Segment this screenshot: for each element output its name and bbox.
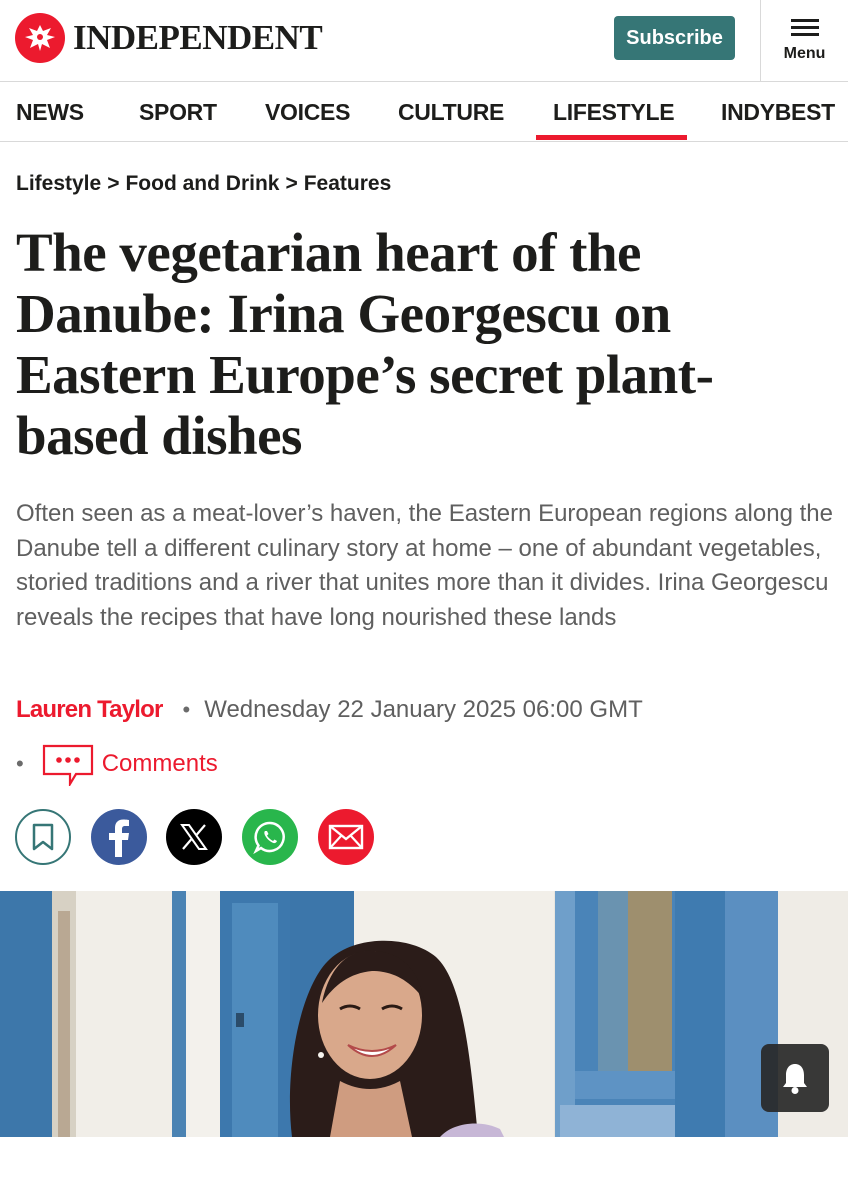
- email-share-button[interactable]: [318, 809, 374, 865]
- email-icon: [328, 824, 364, 850]
- whatsapp-share-button[interactable]: [242, 809, 298, 865]
- hero-image: [0, 891, 848, 1137]
- publish-date: Wednesday 22 January 2025 06:00 GMT: [204, 696, 643, 723]
- site-logo[interactable]: INDEPENDENT: [15, 13, 323, 63]
- comment-bubble-icon[interactable]: [42, 744, 94, 788]
- nav-item-news[interactable]: NEWS: [16, 82, 84, 142]
- breadcrumb-food-and-drink[interactable]: Food and Drink: [125, 172, 279, 196]
- notifications-button[interactable]: [761, 1044, 829, 1112]
- bell-icon: [783, 1064, 807, 1094]
- bullet-separator: •: [182, 697, 191, 722]
- breadcrumb-separator: >: [285, 172, 298, 195]
- section-nav: NEWS SPORT VOICES CULTURE LIFESTYLE INDY…: [0, 82, 848, 142]
- nav-item-voices[interactable]: VOICES: [265, 82, 350, 142]
- article-headline: The vegetarian heart of the Danube: Irin…: [16, 222, 714, 466]
- x-icon: [180, 824, 208, 850]
- site-header: INDEPENDENT Subscribe Menu: [0, 0, 848, 82]
- comments-link[interactable]: Comments: [102, 750, 218, 778]
- breadcrumb-features[interactable]: Features: [304, 172, 392, 196]
- hamburger-icon: [790, 19, 819, 37]
- nav-item-indybest[interactable]: INDYBEST: [721, 82, 835, 142]
- facebook-share-button[interactable]: [91, 809, 147, 865]
- eagle-logo-icon: [15, 13, 65, 63]
- logo-text: INDEPENDENT: [73, 18, 323, 57]
- byline: Lauren Taylor • Wednesday 22 January 202…: [16, 696, 643, 724]
- comments-row: • Comments: [16, 744, 218, 788]
- nav-item-lifestyle[interactable]: LIFESTYLE: [536, 82, 687, 142]
- article-standfirst: Often seen as a meat-lover’s haven, the …: [16, 500, 833, 631]
- breadcrumb-separator: >: [107, 172, 120, 195]
- breadcrumb: Lifestyle > Food and Drink > Features: [16, 172, 391, 196]
- x-share-button[interactable]: [166, 809, 222, 865]
- subscribe-button[interactable]: Subscribe: [614, 16, 735, 60]
- nav-item-culture[interactable]: CULTURE: [398, 82, 504, 142]
- author-link[interactable]: Lauren Taylor: [16, 696, 163, 724]
- whatsapp-icon: [253, 821, 285, 855]
- menu-label: Menu: [783, 45, 826, 62]
- facebook-icon: [109, 819, 129, 857]
- nav-item-sport[interactable]: SPORT: [139, 82, 217, 142]
- bullet-separator: •: [16, 751, 24, 776]
- menu-button[interactable]: Menu: [760, 0, 848, 82]
- breadcrumb-lifestyle[interactable]: Lifestyle: [16, 172, 101, 196]
- bookmark-button[interactable]: [15, 809, 71, 865]
- page-bottom: [0, 1137, 848, 1200]
- bookmark-icon: [32, 823, 54, 851]
